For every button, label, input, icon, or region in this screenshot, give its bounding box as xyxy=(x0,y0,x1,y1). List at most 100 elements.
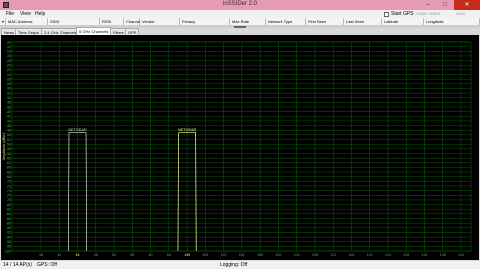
logging-status: Logging: Off xyxy=(220,262,248,268)
y-tick-label: -82 xyxy=(6,208,11,212)
gps-status: GPS: Off xyxy=(37,262,57,268)
y-tick-label: -90 xyxy=(6,226,11,230)
x-tick-label: 153 xyxy=(202,253,208,257)
gps-device-select[interactable]: COM1 NMEA xyxy=(416,11,456,17)
y-tick-label: -50 xyxy=(6,133,11,137)
y-tick-label: -92 xyxy=(6,231,11,235)
tab-strip: News Time Graph 2.4 GHz Channels 5 GHz Chan… xyxy=(0,27,480,35)
x-tick-label: 161 xyxy=(239,253,245,257)
x-tick-label: 36 xyxy=(39,253,43,257)
column-header[interactable]: Channel xyxy=(124,18,141,25)
y-tick-label: -14 xyxy=(6,50,11,54)
x-tick-label: 104 xyxy=(294,253,300,257)
y-tick-label: -86 xyxy=(6,217,11,221)
tab-time-graph[interactable]: Time Graph xyxy=(15,28,42,35)
y-tick-label: -96 xyxy=(6,240,11,244)
network-label: NETGEAR xyxy=(178,128,197,132)
tab-gps[interactable]: GPS xyxy=(125,28,140,35)
y-tick-label: -80 xyxy=(6,203,11,207)
x-tick-label: 100 xyxy=(275,253,281,257)
column-header[interactable]: Max Rate xyxy=(230,18,266,25)
channel-chart: -10-12-14-16-18-20-22-24-26-28-30-32-34-… xyxy=(2,40,472,257)
y-tick-label: -58 xyxy=(6,152,11,156)
column-header[interactable]: Network Type xyxy=(266,18,306,25)
y-tick-label: -56 xyxy=(6,147,11,151)
x-tick-label: 52 xyxy=(112,253,116,257)
start-gps-label: Start GPS xyxy=(391,11,414,17)
y-tick-label: -46 xyxy=(6,124,11,128)
tab-2-4-ghz-channels[interactable]: 2.4 GHz Channels xyxy=(41,28,80,35)
gps-rate-select[interactable]: 4800 xyxy=(456,11,476,17)
y-tick-label: -70 xyxy=(6,180,11,184)
channel-chart-panel: -10 -12 -14 -16 -18 -20 -22 -24 -26 -28 -30 -32 -34-… xyxy=(1,35,479,260)
y-tick-label: -100 xyxy=(4,249,11,253)
y-tick-label: -22 xyxy=(6,68,11,72)
column-header[interactable]: MAC Address xyxy=(6,18,48,25)
y-tick-label: -38 xyxy=(6,105,11,109)
y-tick-label: -30 xyxy=(6,87,11,91)
x-tick-label: 108 xyxy=(312,253,318,257)
y-tick-label: -16 xyxy=(6,54,11,58)
window-title: inSSIDer 2.0 xyxy=(222,1,258,7)
y-tick-label: -48 xyxy=(6,129,11,133)
maximize-button[interactable]: □ xyxy=(437,0,453,10)
menu-file[interactable]: File xyxy=(6,11,14,17)
menu-bar: File View Help Start GPS COM1 NMEA 4800 xyxy=(0,10,480,18)
x-tick-label: 120 xyxy=(367,253,373,257)
column-header[interactable]: Last Seen xyxy=(344,18,382,25)
menu-help[interactable]: Help xyxy=(35,11,45,17)
column-header[interactable]: Latitude xyxy=(382,18,424,25)
y-tick-label: -20 xyxy=(6,64,11,68)
column-header[interactable]: First Seen xyxy=(306,18,344,25)
y-tick-label: -36 xyxy=(6,101,11,105)
x-tick-label: 112 xyxy=(330,253,336,257)
x-tick-label: 157 xyxy=(221,253,227,257)
tab-5-ghz-channels[interactable]: 5 GHz Channels xyxy=(76,27,112,35)
y-tick-label: -62 xyxy=(6,161,11,165)
x-tick-label: 60 xyxy=(149,253,153,257)
y-tick-label: -28 xyxy=(6,82,11,86)
column-header[interactable]: Vendor xyxy=(140,18,180,25)
column-header[interactable]: Privacy xyxy=(180,18,230,25)
y-tick-label: -72 xyxy=(6,184,11,188)
y-tick-label: -94 xyxy=(6,235,11,239)
y-tick-label: -40 xyxy=(6,110,11,114)
x-tick-label: 124 xyxy=(385,253,391,257)
y-tick-label: -10 xyxy=(6,40,11,44)
x-tick-label: 132 xyxy=(421,253,427,257)
x-tick-label: 44 xyxy=(76,253,80,257)
y-tick-label: -84 xyxy=(6,212,11,216)
column-header[interactable]: RSSI xyxy=(100,18,124,25)
menu-view[interactable]: View xyxy=(20,11,31,17)
y-tick-label: -98 xyxy=(6,245,11,249)
y-tick-label: -78 xyxy=(6,198,11,202)
x-tick-label: 128 xyxy=(403,253,409,257)
column-header[interactable]: Longitude xyxy=(424,18,480,25)
y-tick-label: -32 xyxy=(6,91,11,95)
y-tick-label: -60 xyxy=(6,156,11,160)
y-tick-label: -44 xyxy=(6,119,11,123)
x-tick-label: 64 xyxy=(167,253,171,257)
y-axis-label: Amplitude [dBm] xyxy=(2,133,6,161)
status-bar: 14 / 14 AP(s) GPS: Off Logging: Off xyxy=(0,261,480,269)
x-tick-label: 48 xyxy=(94,253,98,257)
y-tick-label: -42 xyxy=(6,115,11,119)
x-tick-label: 140 xyxy=(458,253,464,257)
start-gps-checkbox[interactable] xyxy=(384,11,389,17)
y-tick-label: -76 xyxy=(6,194,11,198)
x-tick-label: 56 xyxy=(130,253,134,257)
network-list-header: ▾ MAC Address SSID RSSI Channel Vendor Privacy… xyxy=(0,18,480,25)
column-header[interactable]: SSID xyxy=(48,18,100,25)
x-tick-label: 116 xyxy=(349,253,355,257)
y-tick-label: -52 xyxy=(6,138,11,142)
close-button[interactable]: ✕ xyxy=(454,0,480,10)
y-tick-label: -66 xyxy=(6,170,11,174)
y-tick-label: -26 xyxy=(6,77,11,81)
y-tick-label: -34 xyxy=(6,96,11,100)
y-tick-label: -24 xyxy=(6,73,11,77)
y-tick-label: -88 xyxy=(6,221,11,225)
y-tick-label: -12 xyxy=(6,45,11,49)
minimize-button[interactable]: – xyxy=(420,0,436,10)
y-tick-label: -68 xyxy=(6,175,11,179)
y-tick-label: -54 xyxy=(6,142,11,146)
